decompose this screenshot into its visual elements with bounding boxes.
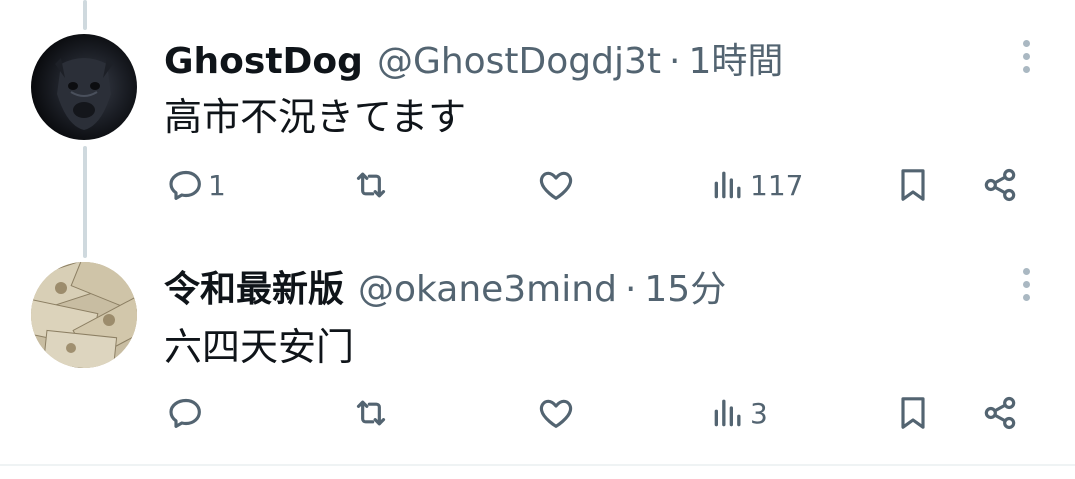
banknotes-avatar-image — [31, 262, 137, 368]
retweet-icon — [356, 400, 386, 426]
reply-icon — [169, 170, 201, 200]
display-name[interactable]: GhostDog — [164, 41, 363, 82]
user-handle[interactable]: @okane3mind — [358, 269, 617, 310]
heart-icon — [539, 399, 573, 428]
separator-dot: · — [624, 269, 637, 310]
share-button[interactable] — [980, 160, 1020, 210]
views-icon — [714, 171, 741, 199]
share-button[interactable] — [980, 388, 1020, 438]
action-bar: 3 — [0, 388, 1075, 438]
tweet-text: 六四天安门 — [164, 325, 355, 369]
divider — [0, 464, 1075, 466]
tweet-header: GhostDog @GhostDogdj3t · 1時間 — [164, 32, 783, 84]
avatar[interactable] — [31, 262, 137, 368]
reply-button[interactable] — [166, 388, 208, 438]
bookmark-button[interactable] — [893, 388, 933, 438]
tweet[interactable]: 令和最新版 @okane3mind · 15分 六四天安门 3 — [0, 240, 1075, 465]
separator-dot: · — [669, 41, 681, 82]
more-icon[interactable] — [1016, 40, 1036, 73]
bookmark-icon — [901, 169, 925, 201]
heart-icon — [539, 171, 573, 200]
reply-icon — [169, 398, 201, 428]
timestamp[interactable]: 1時間 — [688, 32, 783, 84]
timestamp[interactable]: 15分 — [644, 260, 726, 312]
like-button[interactable] — [536, 160, 576, 210]
reply-button[interactable]: 1 — [166, 160, 226, 210]
tweet-header: 令和最新版 @okane3mind · 15分 — [164, 260, 726, 312]
tweet-text: 高市不況きてます — [164, 95, 467, 139]
views-button[interactable]: 3 — [708, 388, 768, 438]
reply-count: 1 — [208, 168, 226, 202]
dog-avatar-image — [55, 58, 113, 130]
action-bar: 1 117 — [0, 160, 1075, 210]
bookmark-icon — [901, 397, 925, 429]
share-icon — [984, 396, 1016, 430]
bookmark-button[interactable] — [893, 160, 933, 210]
share-icon — [984, 168, 1016, 202]
like-button[interactable] — [536, 388, 576, 438]
tweet[interactable]: GhostDog @GhostDogdj3t · 1時間 高市不況きてます 1 — [0, 0, 1075, 240]
views-button[interactable]: 117 — [708, 160, 803, 210]
views-icon — [714, 399, 741, 427]
avatar[interactable] — [31, 34, 137, 140]
view-count: 117 — [750, 168, 804, 202]
retweet-button[interactable] — [351, 160, 391, 210]
display-name[interactable]: 令和最新版 — [164, 260, 344, 312]
retweet-button[interactable] — [351, 388, 391, 438]
retweet-icon — [356, 172, 386, 198]
user-handle[interactable]: @GhostDogdj3t — [377, 41, 661, 82]
view-count: 3 — [750, 396, 768, 430]
more-icon[interactable] — [1016, 268, 1036, 301]
